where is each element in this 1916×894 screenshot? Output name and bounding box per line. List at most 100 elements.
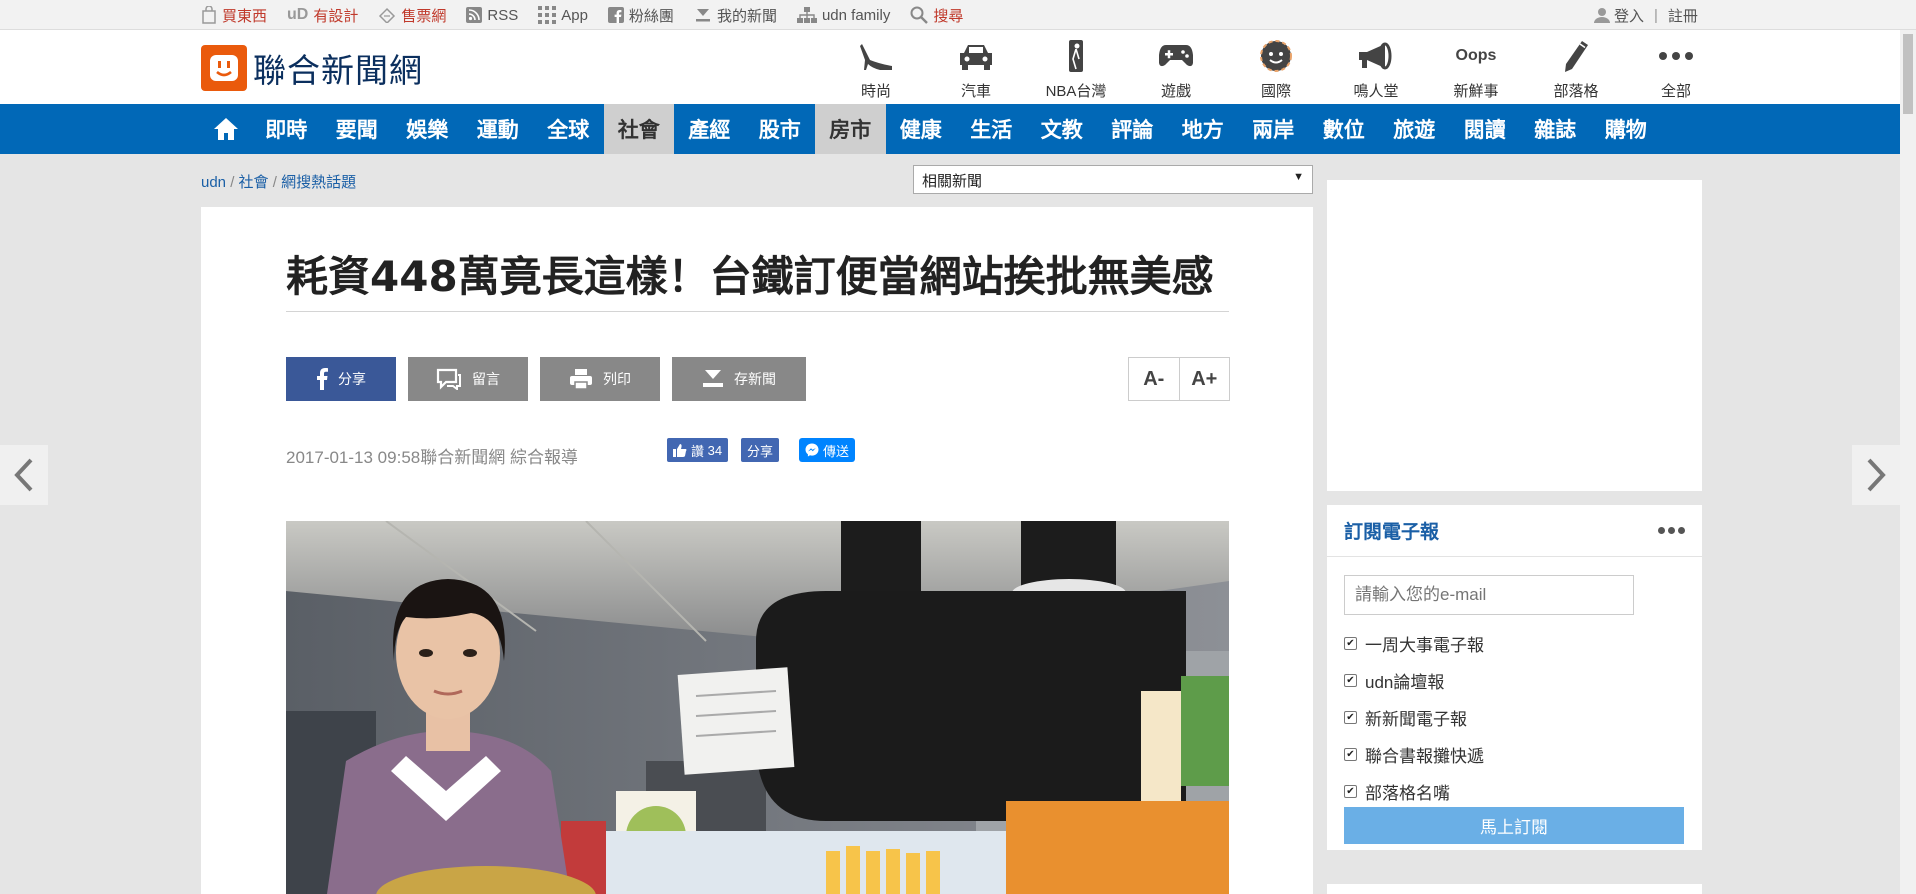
scrollbar-thumb[interactable] (1903, 34, 1913, 114)
newsletter-option[interactable]: ✔ 聯合書報攤快遞 (1344, 736, 1484, 773)
newsletter-option[interactable]: ✔ udn論壇報 (1344, 662, 1484, 699)
breadcrumb-item-hot-topics[interactable]: 網搜熱話題 (281, 174, 356, 191)
font-smaller-button[interactable]: A- (1129, 358, 1179, 400)
newsletter-option[interactable]: ✔ 部落格名嘴 (1344, 773, 1484, 810)
nav-item[interactable]: 健康 (886, 104, 957, 154)
title-divider (286, 311, 1229, 312)
utility-link-udn-family[interactable]: udn family (796, 7, 890, 24)
nav-item[interactable]: 生活 (956, 104, 1027, 154)
prev-article-button[interactable] (0, 445, 48, 505)
newsletter-header: 訂閱電子報 (1327, 505, 1702, 557)
like-count: 34 (707, 442, 723, 458)
utility-link-rss[interactable]: RSS (466, 7, 518, 24)
channel-label: 全部 (1660, 83, 1691, 100)
utility-link-tickets[interactable]: 售票網 (378, 5, 446, 26)
breadcrumb-item-society[interactable]: 社會 (239, 174, 269, 191)
channel-label: 鳴人堂 (1353, 83, 1399, 100)
save-news-button[interactable]: 存新聞 (672, 357, 806, 401)
main-nav: 即時 要聞 娛樂 運動 全球 社會 產經 股市 房市 健康 生活 文教 評論 地方 兩岸 數位 旅遊 閱讀 雜誌 購物 (0, 104, 1916, 154)
nav-item[interactable]: 購物 (1591, 104, 1662, 154)
channel-label: 國際 (1260, 83, 1291, 100)
article-source: 聯合新聞網 綜合報導 (420, 448, 578, 467)
channel-all[interactable]: 全部 (1626, 36, 1726, 101)
messenger-send-button[interactable]: 傳送 (799, 438, 856, 462)
font-larger-button[interactable]: A+ (1178, 358, 1230, 400)
email-field[interactable] (1344, 575, 1634, 615)
channel-games[interactable]: 遊戲 (1126, 36, 1226, 101)
nav-item[interactable]: 旅遊 (1379, 104, 1450, 154)
utility-link-shopping[interactable]: 買東西 (201, 5, 267, 26)
breadcrumb-separator: / (272, 174, 277, 191)
nav-item[interactable]: 社會 (603, 104, 674, 154)
page-scrollbar[interactable] (1900, 30, 1916, 894)
nav-item[interactable]: 娛樂 (392, 104, 463, 154)
newsletter-option-label: udn論壇報 (1365, 673, 1445, 692)
login-link[interactable]: 登入 (1614, 5, 1644, 26)
channel-fashion[interactable]: 時尚 (826, 36, 926, 101)
nav-item[interactable]: 雜誌 (1520, 104, 1591, 154)
user-icon (1594, 7, 1610, 23)
checkbox-checked-icon[interactable]: ✔ (1344, 674, 1357, 687)
related-news-select[interactable]: 相關新聞 ▼ (913, 165, 1313, 194)
utility-link-my-news[interactable]: 我的新聞 (694, 5, 777, 26)
breadcrumb-item-udn[interactable]: udn (201, 174, 226, 191)
nav-item[interactable]: 房市 (815, 104, 886, 154)
site-logo[interactable]: 聯合新聞網 (201, 44, 423, 92)
facebook-share-button[interactable]: 分享 (741, 438, 780, 462)
facebook-f-icon (316, 368, 328, 390)
nav-item[interactable]: 運動 (463, 104, 534, 154)
utility-link-fanpage[interactable]: 粉絲團 (607, 5, 674, 26)
utility-link-app[interactable]: App (538, 6, 588, 24)
comment-button-label: 留言 (472, 371, 500, 387)
utility-link-label: 售票網 (401, 7, 447, 25)
channel-car[interactable]: 汽車 (926, 36, 1026, 101)
nav-item[interactable]: 地方 (1168, 104, 1239, 154)
share-button-label: 分享 (338, 371, 366, 387)
newsletter-title: 訂閱電子報 (1344, 522, 1440, 543)
channel-blog[interactable]: 部落格 (1526, 36, 1626, 101)
nav-item[interactable]: 股市 (745, 104, 816, 154)
nav-item[interactable]: 即時 (251, 104, 322, 154)
utility-link-label: App (561, 6, 588, 24)
article-panel: 耗資448萬竟長這樣！台鐵訂便當網站挨批無美感 分享 留言 列印 存新聞 A- … (201, 207, 1313, 894)
share-button[interactable]: 分享 (286, 357, 396, 401)
newsletter-option[interactable]: ✔ 一周大事電子報 (1344, 625, 1484, 662)
nav-item[interactable]: 文教 (1027, 104, 1098, 154)
utility-link-search[interactable]: 搜尋 (910, 5, 963, 26)
sitemap-icon (796, 7, 817, 23)
globe-face-icon (1259, 36, 1293, 76)
comment-button[interactable]: 留言 (408, 357, 528, 401)
search-icon (910, 6, 929, 24)
subscribe-button[interactable]: 馬上訂閱 (1344, 807, 1684, 844)
nav-item[interactable]: 數位 (1309, 104, 1380, 154)
nav-item[interactable]: 全球 (533, 104, 604, 154)
channel-opinion[interactable]: 鳴人堂 (1326, 36, 1426, 101)
checkbox-checked-icon[interactable]: ✔ (1344, 637, 1357, 650)
newsletter-option-label: 部落格名嘴 (1365, 784, 1450, 803)
channel-nba[interactable]: NBA台灣 (1026, 36, 1126, 101)
comment-bubble-icon (436, 368, 462, 390)
newsletter-option[interactable]: ✔ 新新聞電子報 (1344, 699, 1484, 736)
checkbox-checked-icon[interactable]: ✔ (1344, 711, 1357, 724)
channel-world[interactable]: 國際 (1226, 36, 1326, 101)
nav-item[interactable]: 評論 (1097, 104, 1168, 154)
nav-item[interactable]: 兩岸 (1238, 104, 1309, 154)
nav-item[interactable]: 要聞 (322, 104, 393, 154)
register-link[interactable]: 註冊 (1668, 5, 1698, 26)
channel-oops[interactable]: Oops 新鮮事 (1426, 36, 1526, 101)
nav-item[interactable]: 產經 (674, 104, 745, 154)
channel-label: NBA台灣 (1045, 83, 1107, 100)
next-article-button[interactable] (1852, 445, 1900, 505)
nav-item[interactable]: 閱讀 (1450, 104, 1521, 154)
breadcrumb: udn / 社會 / 網搜熱話題 (201, 171, 356, 192)
home-button[interactable] (201, 104, 251, 154)
utility-link-label: RSS (487, 6, 519, 24)
chevron-left-icon (13, 457, 35, 493)
utility-link-design[interactable]: uD 有設計 (287, 5, 358, 26)
more-options-icon[interactable] (1655, 527, 1685, 534)
print-button[interactable]: 列印 (540, 357, 660, 401)
facebook-like-button[interactable]: 讚 34 (667, 438, 729, 462)
like-label: 讚 (691, 443, 705, 459)
checkbox-checked-icon[interactable]: ✔ (1344, 785, 1357, 798)
checkbox-checked-icon[interactable]: ✔ (1344, 748, 1357, 761)
